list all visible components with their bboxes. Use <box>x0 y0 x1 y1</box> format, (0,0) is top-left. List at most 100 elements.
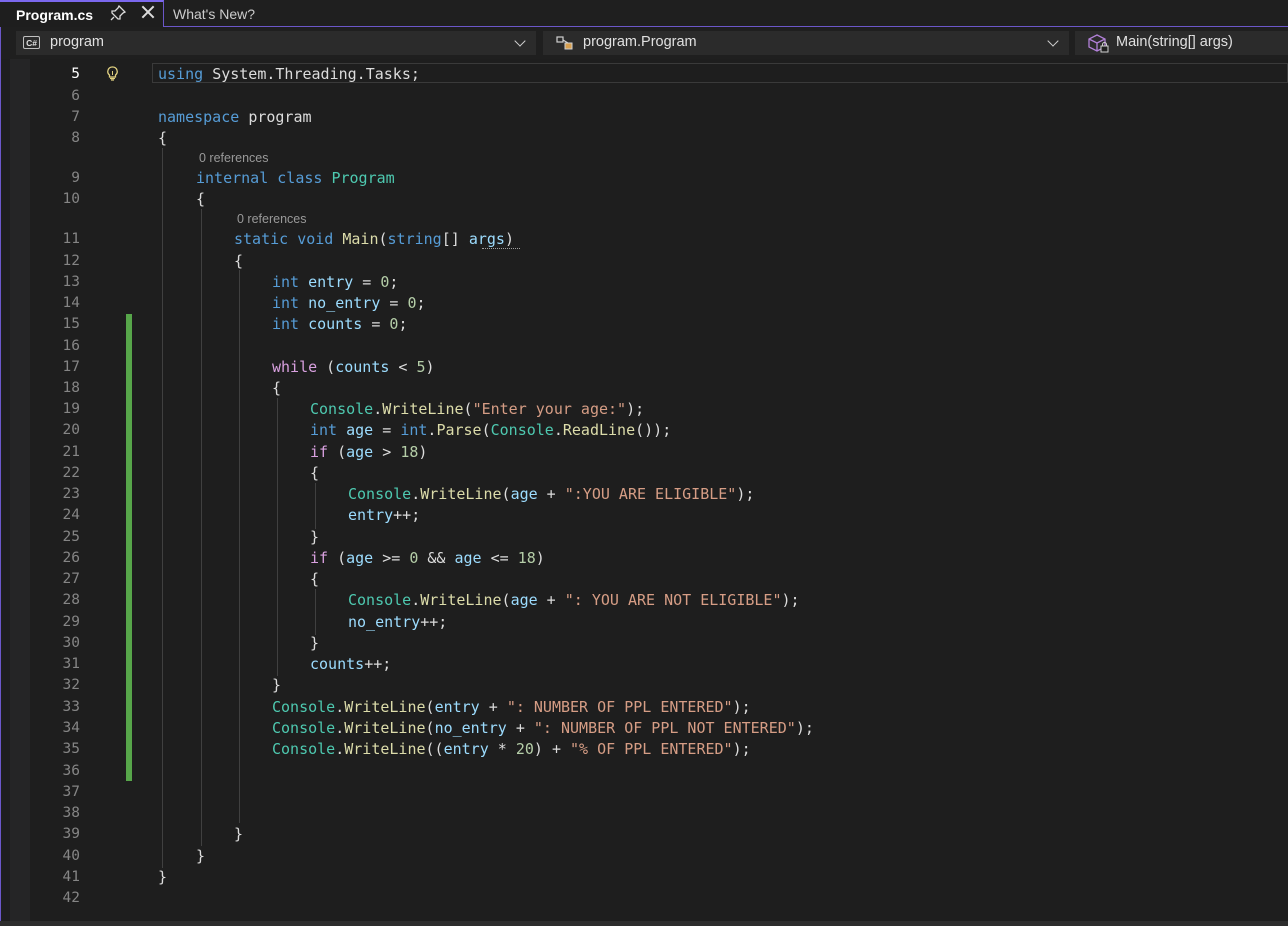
tab-whats-new[interactable]: What's New? <box>164 0 304 27</box>
line-number: 40 <box>62 848 80 864</box>
code-line[interactable]: { <box>310 570 319 588</box>
line-number: 33 <box>62 699 80 715</box>
indent-guide <box>315 483 316 529</box>
code-line[interactable]: Console.WriteLine(age + ": YOU ARE NOT E… <box>348 591 800 609</box>
line-number: 26 <box>62 550 80 566</box>
codelens-references[interactable]: 0 references <box>237 212 306 226</box>
code-line[interactable]: no_entry++; <box>348 613 447 631</box>
code-line[interactable]: { <box>158 129 167 147</box>
class-label: program.Program <box>583 34 697 50</box>
code-line[interactable]: while (counts < 5) <box>272 358 435 376</box>
line-number: 23 <box>62 486 80 502</box>
lightbulb-icon[interactable] <box>106 66 119 86</box>
indent-guide <box>239 270 240 823</box>
line-number: 10 <box>62 191 80 207</box>
code-line[interactable]: int no_entry = 0; <box>272 294 426 312</box>
code-line[interactable]: namespace program <box>158 108 312 126</box>
close-icon[interactable] <box>140 4 156 20</box>
project-dropdown[interactable]: C# program <box>16 31 536 55</box>
line-number: 7 <box>71 109 80 125</box>
suggestion-dots <box>482 248 520 249</box>
line-number: 41 <box>62 869 80 885</box>
code-line[interactable]: int counts = 0; <box>272 315 407 333</box>
tab-bar: Program.cs What's New? <box>0 0 1288 27</box>
line-number: 19 <box>62 401 80 417</box>
member-dropdown[interactable]: Main(string[] args) <box>1075 31 1288 55</box>
line-number: 32 <box>62 677 80 693</box>
line-number: 5 <box>71 66 80 82</box>
line-number: 20 <box>62 422 80 438</box>
code-line[interactable]: Console.WriteLine(age + ":YOU ARE ELIGIB… <box>348 485 754 503</box>
line-number: 35 <box>62 741 80 757</box>
code-line[interactable]: } <box>310 528 319 546</box>
class-icon <box>556 34 576 56</box>
code-line[interactable]: Console.WriteLine(no_entry + ": NUMBER O… <box>272 719 814 737</box>
code-line[interactable]: static void Main(string[] args) <box>234 230 514 248</box>
indent-guide <box>162 148 163 868</box>
line-number: 28 <box>62 592 80 608</box>
line-number: 37 <box>62 784 80 800</box>
code-line[interactable]: } <box>158 868 167 886</box>
code-line[interactable]: } <box>234 825 243 843</box>
line-number: 34 <box>62 720 80 736</box>
line-number: 29 <box>62 614 80 630</box>
codelens-references[interactable]: 0 references <box>199 151 268 165</box>
line-number: 25 <box>62 529 80 545</box>
tab-label: Program.cs <box>16 6 94 23</box>
navigation-bar: C# program program.Program Main(string[]… <box>0 27 1288 59</box>
line-number: 21 <box>62 444 80 460</box>
member-label: Main(string[] args) <box>1116 34 1233 50</box>
line-number: 30 <box>62 635 80 651</box>
line-number: 13 <box>62 274 80 290</box>
code-line[interactable]: { <box>272 379 281 397</box>
line-number: 11 <box>62 231 80 247</box>
chevron-down-icon[interactable] <box>514 35 526 47</box>
line-number: 15 <box>62 316 80 332</box>
code-line[interactable]: if (age >= 0 && age <= 18) <box>310 549 545 567</box>
code-line[interactable]: using System.Threading.Tasks; <box>158 65 420 83</box>
indent-guide <box>277 398 278 676</box>
code-line[interactable]: int age = int.Parse(Console.ReadLine()); <box>310 421 671 439</box>
line-number: 17 <box>62 359 80 375</box>
window-edge <box>0 27 1 921</box>
code-line[interactable]: } <box>196 847 205 865</box>
code-line[interactable]: Console.WriteLine(entry + ": NUMBER OF P… <box>272 698 751 716</box>
line-number: 42 <box>62 890 80 906</box>
indent-guide <box>201 209 202 846</box>
line-number: 8 <box>71 130 80 146</box>
code-line[interactable]: if (age > 18) <box>310 443 427 461</box>
project-label: program <box>50 34 104 50</box>
code-line[interactable]: { <box>196 190 205 208</box>
chevron-down-icon[interactable] <box>1047 35 1059 47</box>
change-indicator-bar <box>126 314 132 781</box>
code-line[interactable]: } <box>310 634 319 652</box>
line-number: 36 <box>62 763 80 779</box>
code-line[interactable]: counts++; <box>310 655 391 673</box>
line-number: 16 <box>62 338 80 354</box>
line-number: 22 <box>62 465 80 481</box>
line-number: 9 <box>71 170 80 186</box>
gutter-margin <box>10 59 30 921</box>
indent-guide <box>315 589 316 635</box>
line-number: 14 <box>62 295 80 311</box>
line-number: 24 <box>62 507 80 523</box>
code-line[interactable]: internal class Program <box>196 169 395 187</box>
code-line[interactable]: int entry = 0; <box>272 273 398 291</box>
code-line[interactable]: { <box>310 464 319 482</box>
code-line[interactable]: entry++; <box>348 506 420 524</box>
csharp-project-icon: C# <box>23 36 40 49</box>
code-line[interactable]: } <box>272 676 281 694</box>
line-number: 12 <box>62 253 80 269</box>
code-line[interactable]: Console.WriteLine("Enter your age:"); <box>310 400 644 418</box>
pin-icon[interactable] <box>110 4 127 24</box>
line-number: 38 <box>62 805 80 821</box>
line-number: 6 <box>71 88 80 104</box>
tab-program-cs[interactable]: Program.cs <box>0 0 164 27</box>
code-line[interactable]: { <box>234 252 243 270</box>
horizontal-scrollbar[interactable] <box>0 921 1288 926</box>
line-number: 27 <box>62 571 80 587</box>
line-number: 18 <box>62 380 80 396</box>
class-dropdown[interactable]: program.Program <box>543 31 1069 55</box>
code-line[interactable]: Console.WriteLine((entry * 20) + "% OF P… <box>272 740 751 758</box>
tab-label: What's New? <box>173 5 256 22</box>
